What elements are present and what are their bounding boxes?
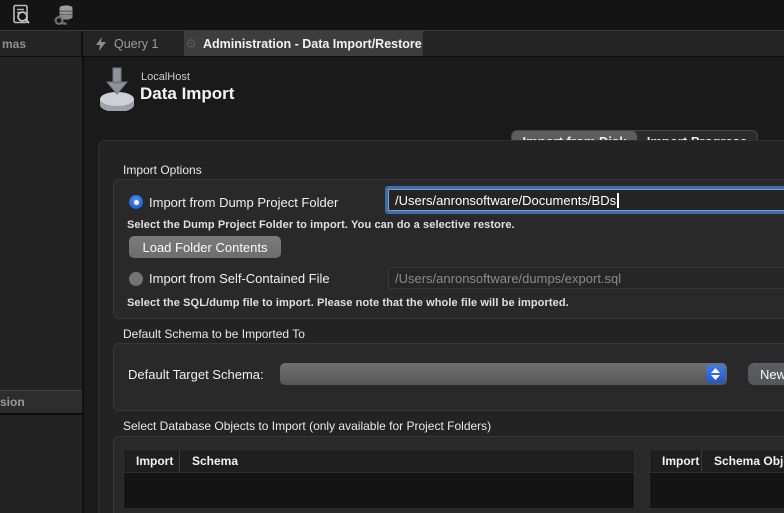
dump-folder-input[interactable]: /Users/anronsoftware/Documents/BDs	[388, 189, 784, 211]
objects-import-column-header: Import	[650, 450, 701, 472]
tab-query-1[interactable]: Query 1	[85, 31, 184, 56]
schemas-import-column-header: Import	[124, 450, 179, 472]
schema-inspector-icon[interactable]	[9, 3, 35, 27]
data-import-icon	[97, 65, 137, 116]
page-title: Data Import	[140, 84, 234, 104]
app-window: mas Query 1 ⚙ Administration - Data Impo…	[0, 0, 784, 513]
default-target-schema-dropdown[interactable]	[280, 363, 727, 385]
self-contained-file-value: /Users/anronsoftware/dumps/export.sql	[395, 271, 621, 286]
schema-objects-table[interactable]: Import Schema Objects	[649, 449, 784, 509]
schema-objects-table-header: Import Schema Objects	[650, 450, 784, 473]
dump-folder-input-value: /Users/anronsoftware/Documents/BDs	[395, 193, 616, 208]
import-options-label: Import Options	[123, 163, 202, 177]
import-options-group: Import from Dump Project Folder /Users/a…	[113, 179, 784, 319]
tab-administration-label: Administration - Data Import/Restore	[203, 37, 422, 51]
self-contained-radio-label[interactable]: Import from Self-Contained File	[149, 271, 330, 286]
objects-group: Import Schema Import Schema Objects	[113, 436, 784, 513]
gear-icon: ⚙	[185, 36, 197, 52]
self-contained-file-input[interactable]: /Users/anronsoftware/dumps/export.sql	[388, 267, 784, 289]
schemas-schema-column-header: Schema	[179, 450, 494, 472]
default-schema-group: Default Target Schema: New...	[113, 343, 784, 411]
default-schema-label: Default Schema to be Imported To	[123, 327, 305, 341]
folder-radio[interactable]	[129, 195, 143, 209]
default-target-schema-label: Default Target Schema:	[128, 367, 264, 382]
select-objects-label: Select Database Objects to Import (only …	[123, 419, 491, 433]
new-schema-button[interactable]: New...	[748, 363, 784, 385]
connection-name: LocalHost	[141, 71, 190, 83]
editor-tabbar: mas Query 1 ⚙ Administration - Data Impo…	[0, 30, 784, 57]
tab-administration-data-import[interactable]: ⚙ Administration - Data Import/Restore	[184, 31, 423, 56]
lightning-icon	[96, 37, 106, 51]
dropdown-stepper-icon	[706, 365, 725, 383]
folder-radio-label[interactable]: Import from Dump Project Folder	[149, 195, 338, 210]
left-sidebar: sion	[0, 57, 84, 513]
sidebar-section-schemas[interactable]: mas	[0, 31, 83, 56]
folder-help-text: Select the Dump Project Folder to import…	[127, 219, 515, 231]
data-import-page: LocalHost Data Import Import from Disk I…	[84, 57, 784, 513]
sidebar-section-session[interactable]: sion	[0, 390, 82, 415]
import-panel: Import Options Import from Dump Project …	[98, 140, 784, 513]
objects-schema-objects-column-header: Schema Objects	[701, 450, 784, 472]
main-toolbar	[0, 0, 784, 30]
text-caret	[617, 193, 619, 208]
schemas-table-header: Import Schema	[124, 450, 634, 473]
self-contained-radio[interactable]	[129, 272, 143, 286]
file-help-text: Select the SQL/dump file to import. Plea…	[127, 297, 569, 309]
tab-query-1-label: Query 1	[114, 37, 158, 51]
load-folder-contents-button[interactable]: Load Folder Contents	[129, 236, 281, 258]
schemas-table[interactable]: Import Schema	[123, 449, 635, 509]
database-admin-icon[interactable]	[51, 3, 77, 27]
